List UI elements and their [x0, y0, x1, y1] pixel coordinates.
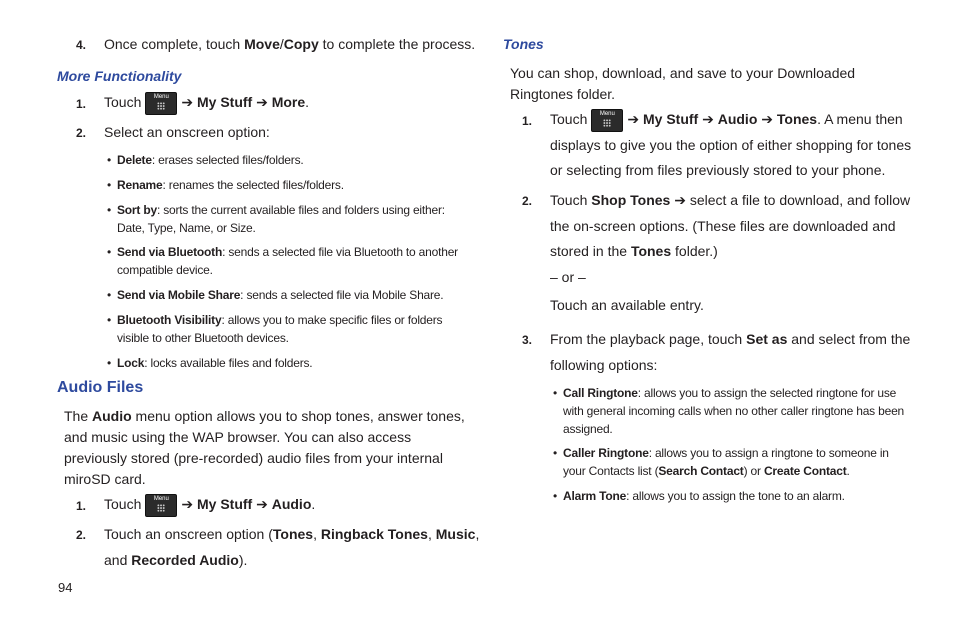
- section-heading-tones: Tones: [503, 36, 544, 52]
- tones-paragraph: You can shop, download, and save to your…: [510, 65, 856, 102]
- step-number: 2.: [522, 194, 533, 208]
- menu-key-icon: Menu: [591, 108, 624, 132]
- step-number: 3.: [522, 333, 533, 347]
- step-text: Select an onscreen option:: [104, 124, 270, 140]
- step-number: 2.: [76, 126, 87, 140]
- step-text: Once complete, touch Move/Copy to comple…: [104, 36, 476, 52]
- step-text: Touch an available entry.: [550, 297, 704, 313]
- step-text: From the playback page, touch Set as and…: [550, 331, 911, 373]
- step-number: 1.: [76, 499, 87, 513]
- list-item: • Sort by: sorts the current available fi…: [107, 203, 445, 235]
- list-item: • Send via Bluetooth: sends a selected fi…: [107, 245, 458, 277]
- list-item: • Lock: locks available files and folders…: [107, 356, 313, 370]
- list-item: • Alarm Tone: allows you to assign the to…: [553, 489, 845, 503]
- or-separator: – or –: [550, 269, 586, 285]
- step-number: 4.: [76, 38, 87, 52]
- audio-paragraph: The Audio menu option allows you to shop…: [64, 408, 465, 487]
- section-heading-more-functionality: More Functionality: [57, 68, 182, 84]
- step-number: 1.: [76, 97, 87, 111]
- list-item: • Call Ringtone: allows you to assign the…: [553, 386, 905, 436]
- step-text: Touch Menu ➔ My Stuff ➔ More.: [104, 92, 309, 115]
- step-text: Touch Menu ➔ My Stuff ➔ Audio.: [104, 494, 315, 517]
- list-item: • Caller Ringtone: allows you to assign a…: [553, 446, 889, 478]
- step-text: Touch Menu ➔ My Stuff ➔ Audio ➔ Tones. A m…: [550, 108, 912, 178]
- list-item: • Bluetooth Visibility: allows you to mak…: [107, 313, 443, 345]
- step-number: 1.: [522, 114, 533, 128]
- step-text: Touch Shop Tones ➔ select a file to down…: [550, 192, 911, 259]
- section-heading-audio-files: Audio Files: [57, 379, 144, 396]
- step-text: Touch an onscreen option (Tones, Ringbac…: [104, 526, 480, 568]
- menu-key-icon: Menu: [145, 494, 178, 517]
- list-item: • Delete: erases selected files/folders.: [107, 153, 304, 167]
- list-item: • Send via Mobile Share: sends a selected…: [107, 288, 444, 302]
- menu-key-icon: Menu: [145, 92, 178, 115]
- page-number: 94: [58, 580, 73, 595]
- step-number: 2.: [76, 528, 87, 542]
- list-item: • Rename: renames the selected files/fold…: [107, 178, 344, 192]
